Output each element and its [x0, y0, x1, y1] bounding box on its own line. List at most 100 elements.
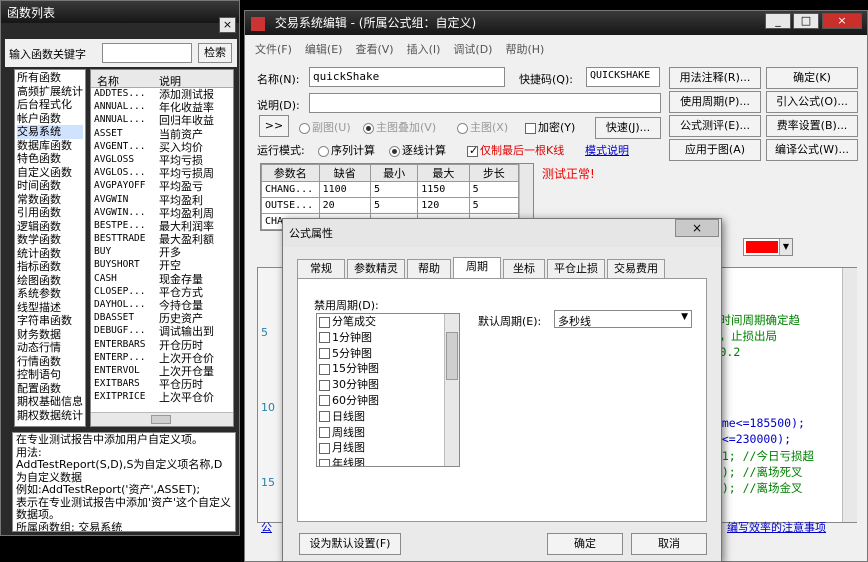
function-row[interactable]: AVGWIN 平均盈利 — [91, 194, 233, 207]
function-row[interactable]: ADDTES... 添加测试报 — [91, 88, 233, 101]
function-row[interactable]: ENTERBARS 开仓历时 — [91, 339, 233, 352]
editor-action-button[interactable]: 使用周期(P)... — [669, 91, 761, 113]
param-cell[interactable]: OUTSE... — [261, 197, 320, 214]
period-checkbox[interactable] — [319, 427, 330, 439]
category-item[interactable]: 特色函数 — [17, 152, 83, 166]
category-item[interactable]: 绘图函数 — [17, 274, 83, 288]
period-checkbox[interactable] — [319, 316, 330, 328]
function-row[interactable]: AVGENT... 买入均价 — [91, 141, 233, 154]
efficiency-tips-link[interactable]: 编写效率的注意事项 — [727, 519, 826, 535]
function-row[interactable]: ANNUAL... 年化收益率 — [91, 101, 233, 114]
period-checkbox[interactable] — [319, 363, 330, 375]
category-item[interactable]: 高频扩展统计 — [17, 85, 83, 99]
category-item[interactable]: 期权基础信息 — [17, 395, 83, 409]
param-cell[interactable]: 5 — [369, 181, 419, 198]
category-item[interactable]: 配置函数 — [17, 382, 83, 396]
default-period-select[interactable]: 多秒线 ▼ — [554, 310, 692, 328]
category-item[interactable]: 后台程式化 — [17, 98, 83, 112]
expand-button[interactable]: >> — [259, 115, 289, 137]
function-row[interactable]: ENTERVOL 上次开仓量 — [91, 365, 233, 378]
period-checkbox[interactable] — [319, 332, 330, 344]
param-cell[interactable]: CHANG... — [261, 181, 320, 198]
function-row[interactable]: BESTTRADE 最大盈利额 — [91, 233, 233, 246]
function-row[interactable]: ANNUAL... 回归年收益 — [91, 114, 233, 127]
category-item[interactable]: 动态行情 — [17, 341, 83, 355]
category-item[interactable]: 所有函数 — [17, 71, 83, 85]
period-checkbox[interactable] — [319, 458, 330, 466]
close-icon[interactable]: × — [675, 219, 719, 237]
chart-main-radio[interactable]: 主图(X) — [457, 119, 508, 135]
menu-item[interactable]: 编辑(E) — [305, 41, 343, 57]
category-item[interactable]: 交易系统 — [17, 125, 83, 139]
sequential-mode-radio[interactable]: 序列计算 — [318, 142, 375, 158]
editor-action-button[interactable]: 应用于图(A) — [669, 139, 761, 161]
category-item[interactable]: 时间函数 — [17, 179, 83, 193]
param-row[interactable]: CHANG... 1100 5 1150 5 — [261, 181, 520, 198]
category-item[interactable]: 引用函数 — [17, 206, 83, 220]
description-input[interactable] — [309, 93, 661, 113]
category-item[interactable]: 行情函数 — [17, 355, 83, 369]
editor-action-button[interactable]: 引入公式(O)... — [766, 91, 858, 113]
function-row[interactable]: EXITBARS 平仓历时 — [91, 378, 233, 391]
category-item[interactable]: 常数函数 — [17, 193, 83, 207]
param-cell[interactable]: 5 — [369, 197, 419, 214]
function-row[interactable]: EXITPRICE 上次平仓价 — [91, 391, 233, 404]
function-row[interactable]: CLOSEP... 平仓方式 — [91, 286, 233, 299]
function-row[interactable]: ENTERP... 上次开仓价 — [91, 352, 233, 365]
only-last-bar-checkbox[interactable]: ✓ 仅制最后一根K线 — [467, 142, 564, 158]
category-item[interactable]: 数学函数 — [17, 233, 83, 247]
period-item[interactable]: 年线图 — [317, 456, 459, 466]
tab-5[interactable]: 平仓止损 — [547, 259, 605, 278]
period-item[interactable]: 1分钟图 — [317, 330, 459, 346]
period-item[interactable]: 日线图 — [317, 409, 459, 425]
function-row[interactable]: CASH 现金存量 — [91, 273, 233, 286]
tick-mode-radio[interactable]: 逐线计算 — [389, 142, 446, 158]
period-item[interactable]: 月线图 — [317, 440, 459, 456]
category-item[interactable]: 统计函数 — [17, 247, 83, 261]
cancel-button[interactable]: 取消 — [631, 533, 707, 555]
close-icon[interactable]: × — [219, 17, 236, 33]
editor-action-button[interactable]: 编译公式(W)... — [766, 139, 858, 161]
chart-overlay-radio[interactable]: 主图叠加(V) — [363, 119, 436, 135]
horizontal-scrollbar[interactable] — [91, 412, 233, 426]
function-row[interactable]: DBASSET 历史资产 — [91, 312, 233, 325]
category-item[interactable]: 数据库函数 — [17, 139, 83, 153]
close-icon[interactable]: × — [822, 13, 862, 29]
tab-0[interactable]: 常规 — [297, 259, 345, 278]
function-row[interactable]: BUY 开多 — [91, 246, 233, 259]
speed-button[interactable]: 快速(J)... — [595, 117, 661, 139]
period-item[interactable]: 分笔成交 — [317, 314, 459, 330]
tab-2[interactable]: 帮助 — [407, 259, 451, 278]
editor-action-button[interactable]: 确定(K) — [766, 67, 858, 89]
mode-help-link[interactable]: 模式说明 — [585, 142, 629, 158]
editor-action-button[interactable]: 费率设置(B)... — [766, 115, 858, 137]
shortcut-input[interactable]: QUICKSHAKE — [586, 67, 660, 87]
period-checkbox[interactable] — [319, 442, 330, 454]
category-item[interactable]: 控制语句 — [17, 368, 83, 382]
periods-scrollbar[interactable] — [444, 314, 459, 466]
name-input[interactable]: quickShake — [309, 67, 505, 87]
param-cell[interactable]: 20 — [318, 197, 371, 214]
tab-1[interactable]: 参数精灵 — [347, 259, 405, 278]
param-cell[interactable]: 5 — [468, 181, 520, 198]
function-row[interactable]: AVGLOS... 平均亏损周 — [91, 167, 233, 180]
function-row[interactable]: ASSET 当前资产 — [91, 128, 233, 141]
category-item[interactable]: 指标函数 — [17, 260, 83, 274]
function-row[interactable]: AVGPAYOFF 平均盈亏 — [91, 180, 233, 193]
tab-3[interactable]: 周期 — [453, 257, 501, 278]
maximize-icon[interactable]: □ — [793, 13, 819, 29]
search-button[interactable]: 检索 — [198, 43, 232, 63]
category-item[interactable]: 逻辑函数 — [17, 220, 83, 234]
color-picker[interactable]: ▼ — [743, 238, 793, 256]
period-item[interactable]: 60分钟图 — [317, 393, 459, 409]
function-row[interactable]: AVGWIN... 平均盈利周 — [91, 207, 233, 220]
editor-action-button[interactable]: 用法注释(R)... — [669, 67, 761, 89]
period-item[interactable]: 5分钟图 — [317, 346, 459, 362]
menu-item[interactable]: 帮助(H) — [505, 41, 544, 57]
function-row[interactable]: BUYSHORT 开空 — [91, 259, 233, 272]
search-input[interactable] — [102, 43, 192, 63]
set-default-button[interactable]: 设为默认设置(F) — [299, 533, 401, 555]
param-cell[interactable]: 120 — [417, 197, 470, 214]
period-checkbox[interactable] — [319, 348, 330, 360]
category-item[interactable]: 线型描述 — [17, 301, 83, 315]
